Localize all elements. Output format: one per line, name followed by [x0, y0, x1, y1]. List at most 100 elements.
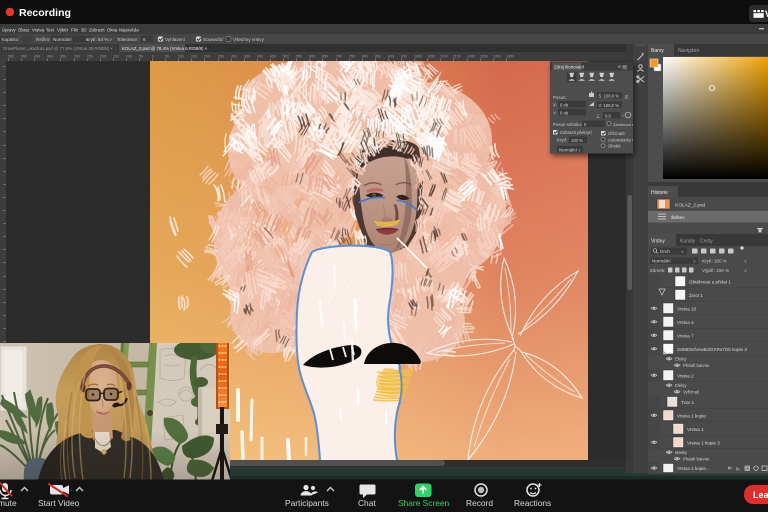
- svg-text:Normální: Normální: [53, 37, 72, 42]
- svg-text:350: 350: [60, 55, 66, 59]
- svg-text:Zámek:: Zámek:: [650, 268, 665, 273]
- svg-text:Vrstva: Vrstva: [32, 28, 45, 33]
- svg-text:Record: Record: [466, 498, 493, 508]
- svg-text:Participants: Participants: [285, 498, 329, 508]
- svg-text:1200: 1200: [467, 55, 475, 59]
- svg-text:Efekty: Efekty: [675, 356, 688, 361]
- svg-text:64 %: 64 %: [98, 37, 108, 42]
- svg-text:Posun:: Posun:: [553, 95, 567, 100]
- svg-text:200: 200: [100, 55, 106, 59]
- svg-text:Š: 100,0 %: Š: 100,0 %: [599, 93, 620, 98]
- svg-text:200: 200: [204, 55, 210, 59]
- svg-text:Režim:: Režim:: [36, 37, 50, 42]
- svg-text:750: 750: [349, 55, 355, 59]
- svg-text:KOLAZ_2.psd @ 78,4% (Vrstva 6,: KOLAZ_2.psd @ 78,4% (Vrstva 6,RGB/8) ×: [122, 46, 208, 51]
- svg-text:Kanály: Kanály: [680, 239, 696, 245]
- svg-text:1050: 1050: [427, 55, 435, 59]
- svg-text:∠: ∠: [596, 114, 600, 119]
- svg-text:500: 500: [21, 55, 27, 59]
- svg-text:250: 250: [218, 55, 224, 59]
- svg-text:1300: 1300: [493, 55, 501, 59]
- svg-text:450: 450: [34, 55, 40, 59]
- svg-text:Vrstva 1: Vrstva 1: [687, 427, 704, 432]
- svg-text:1350: 1350: [506, 55, 514, 59]
- svg-text:Filtr: Filtr: [71, 28, 79, 33]
- svg-text:Masky: Masky: [675, 450, 688, 455]
- svg-text:Tvar 1: Tvar 1: [681, 400, 694, 405]
- svg-text:500: 500: [283, 55, 289, 59]
- svg-text:Cesty: Cesty: [700, 239, 713, 245]
- svg-text:6: 6: [143, 37, 146, 42]
- svg-text:Vrstva 1 kopie 3: Vrstva 1 kopie 3: [687, 440, 720, 445]
- svg-text:Start Video: Start Video: [38, 498, 80, 508]
- svg-text:Život 1: Život 1: [689, 291, 703, 298]
- svg-text:Lea: Lea: [753, 490, 768, 500]
- svg-text:∨: ∨: [693, 259, 696, 264]
- svg-text:Reactions: Reactions: [514, 498, 551, 508]
- svg-text:∨: ∨: [744, 268, 747, 273]
- svg-text:Normální: Normální: [652, 259, 671, 264]
- svg-text:150: 150: [113, 55, 119, 59]
- svg-text:600: 600: [309, 55, 315, 59]
- svg-text:Zdroj klonování: Zdroj klonování: [554, 65, 585, 70]
- svg-text:800: 800: [362, 55, 368, 59]
- svg-text:3D: 3D: [81, 28, 87, 33]
- svg-text:Navigátor: Navigátor: [678, 48, 700, 54]
- svg-text:Y:: Y:: [553, 111, 557, 116]
- svg-text:150: 150: [191, 55, 197, 59]
- svg-text:300: 300: [74, 55, 80, 59]
- svg-text:700: 700: [336, 55, 342, 59]
- svg-text:∨: ∨: [744, 259, 747, 264]
- svg-text:650: 650: [322, 55, 328, 59]
- svg-text:KOLAZ_2.psd: KOLAZ_2.psd: [675, 203, 705, 209]
- svg-text:X:: X:: [553, 103, 557, 108]
- svg-text:950: 950: [401, 55, 407, 59]
- svg-text:250: 250: [87, 55, 93, 59]
- svg-text:Vyříznutí: Vyříznutí: [683, 389, 700, 394]
- svg-text:Sousedící: Sousedící: [203, 37, 224, 42]
- svg-text:1250: 1250: [480, 55, 488, 59]
- svg-text:Všechny vrstvy: Všechny vrstvy: [233, 37, 265, 42]
- svg-text:Vyhlazení: Vyhlazení: [165, 37, 186, 42]
- svg-text:Normální: Normální: [559, 147, 578, 152]
- svg-text:100: 100: [126, 55, 132, 59]
- svg-text:Obrátit: Obrátit: [608, 144, 621, 149]
- svg-text:900: 900: [388, 55, 394, 59]
- svg-text:Přetah barvou: Přetah barvou: [683, 363, 710, 368]
- svg-text:Vrstva 10: Vrstva 10: [677, 306, 697, 311]
- svg-text:Druh: Druh: [660, 249, 670, 254]
- svg-text:100 %: 100 %: [571, 138, 583, 143]
- svg-text:Zobrazit: Zobrazit: [89, 28, 105, 33]
- svg-text:∨: ∨: [681, 249, 684, 254]
- svg-text:300: 300: [231, 55, 237, 59]
- svg-text:Vrstva 1 kopie: Vrstva 1 kopie: [677, 413, 706, 418]
- svg-text:8: 8: [625, 95, 628, 101]
- svg-text:Obtáhnout a přidat 1: Obtáhnout a přidat 1: [689, 279, 731, 284]
- svg-text:Barvy: Barvy: [651, 48, 664, 54]
- svg-text:50: 50: [165, 55, 169, 59]
- svg-text:Tolerance:: Tolerance:: [117, 37, 138, 42]
- svg-text:0 ob: 0 ob: [560, 102, 569, 107]
- svg-text:Přetah barvou: Přetah barvou: [683, 456, 710, 461]
- svg-text:Vrstva 7: Vrstva 7: [677, 333, 694, 338]
- svg-text:V: 100,0 %: V: 100,0 %: [599, 103, 620, 108]
- svg-text:Historie: Historie: [651, 190, 668, 196]
- svg-text:100: 100: [178, 55, 184, 59]
- svg-text:550: 550: [8, 55, 14, 59]
- svg-text:Vrstva 4: Vrstva 4: [677, 320, 694, 325]
- svg-text:400: 400: [47, 55, 53, 59]
- svg-text:550: 550: [296, 55, 302, 59]
- svg-text:0,0: 0,0: [605, 113, 611, 118]
- svg-text:Chat: Chat: [358, 498, 376, 508]
- svg-text:Výběr: Výběr: [57, 28, 69, 33]
- svg-text:Vrstva 2: Vrstva 2: [677, 373, 694, 378]
- svg-text:Krytí: 100 %: Krytí: 100 %: [702, 259, 727, 264]
- svg-text:450: 450: [270, 55, 276, 59]
- svg-text:Vrstvy: Vrstvy: [651, 239, 665, 245]
- svg-text:850: 850: [375, 55, 381, 59]
- svg-text:mute: mute: [0, 498, 17, 508]
- svg-text:Efekty: Efekty: [675, 383, 688, 388]
- svg-text:400: 400: [257, 55, 263, 59]
- svg-text:350: 350: [244, 55, 250, 59]
- svg-text:Krytí:: Krytí:: [86, 37, 97, 42]
